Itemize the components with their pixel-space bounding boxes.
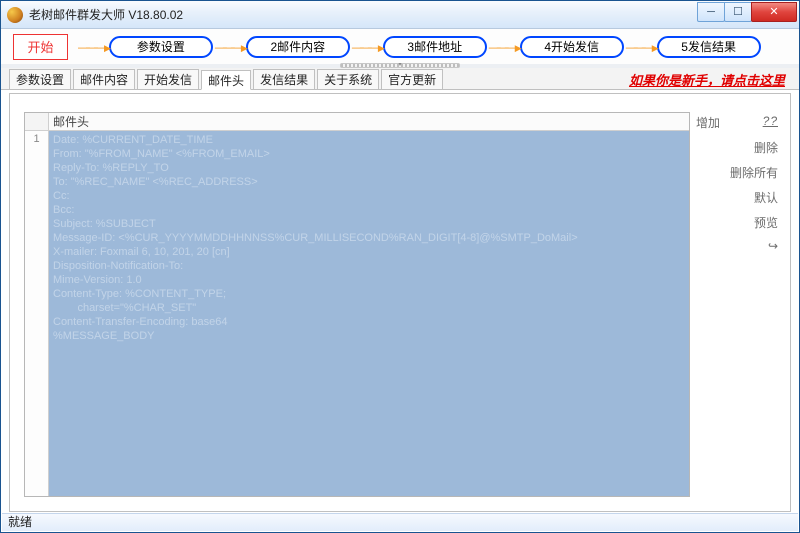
app-window: 老树邮件群发大师 V18.80.02 ─ ☐ ✕ 开始 ——— 参数设置 ———… <box>0 0 800 533</box>
start-button[interactable]: 开始 <box>13 34 68 60</box>
tab-result[interactable]: 发信结果 <box>253 69 315 89</box>
arrow-icon: ——— <box>626 40 655 54</box>
step-params[interactable]: 参数设置 <box>109 36 213 58</box>
editor-pane: 邮件头 1 Date: %CURRENT_DATE_TIMEFrom: "%FR… <box>24 112 690 497</box>
preview-button[interactable]: 预览 <box>754 214 778 231</box>
tab-send[interactable]: 开始发信 <box>137 69 199 89</box>
content-area: 增加 ?? 删除 删除所有 默认 预览 ↪ 邮件头 1 Date: %CURRE… <box>9 93 791 512</box>
newbie-help-link[interactable]: 如果你是新手，请点击这里 <box>629 70 785 89</box>
arrow-icon: ——— <box>215 40 244 54</box>
window-title: 老树邮件群发大师 V18.80.02 <box>29 6 698 23</box>
window-buttons: ─ ☐ ✕ <box>698 2 797 22</box>
tab-about[interactable]: 关于系统 <box>317 69 379 89</box>
mail-header-editor[interactable]: Date: %CURRENT_DATE_TIMEFrom: "%FROM_NAM… <box>49 131 689 496</box>
arrow-icon: ——— <box>489 40 518 54</box>
tab-header[interactable]: 邮件头 <box>201 70 251 90</box>
tab-strip: 参数设置 邮件内容 开始发信 邮件头 发信结果 关于系统 官方更新 如果你是新手… <box>1 68 799 90</box>
step-bar: 开始 ——— 参数设置 ——— 2邮件内容 ——— 3邮件地址 ——— 4开始发… <box>1 29 799 64</box>
title-bar: 老树邮件群发大师 V18.80.02 ─ ☐ ✕ <box>1 1 799 29</box>
step-result[interactable]: 5发信结果 <box>657 36 761 58</box>
side-buttons: 增加 ?? 删除 删除所有 默认 预览 ↪ <box>696 114 778 253</box>
add-button[interactable]: 增加 <box>696 114 720 131</box>
status-bar: 就绪 <box>2 513 798 531</box>
editor-header: 邮件头 <box>25 113 689 131</box>
line-gutter: 1 <box>25 131 49 496</box>
tab-params[interactable]: 参数设置 <box>9 69 71 89</box>
close-button[interactable]: ✕ <box>751 2 797 22</box>
export-icon[interactable]: ↪ <box>768 239 778 253</box>
delete-button[interactable]: 删除 <box>754 139 778 156</box>
tab-content[interactable]: 邮件内容 <box>73 69 135 89</box>
editor-column-title: 邮件头 <box>49 113 689 131</box>
gutter-header <box>25 113 49 131</box>
step-content[interactable]: 2邮件内容 <box>246 36 350 58</box>
app-icon <box>7 7 23 23</box>
tab-update[interactable]: 官方更新 <box>381 69 443 89</box>
help-icon[interactable]: ?? <box>763 114 778 131</box>
arrow-icon: ——— <box>352 40 381 54</box>
step-address[interactable]: 3邮件地址 <box>383 36 487 58</box>
arrow-icon: ——— <box>78 40 107 54</box>
minimize-button[interactable]: ─ <box>697 2 725 22</box>
editor-row: 1 Date: %CURRENT_DATE_TIMEFrom: "%FROM_N… <box>25 131 689 496</box>
delete-all-button[interactable]: 删除所有 <box>730 164 778 181</box>
maximize-button[interactable]: ☐ <box>724 2 752 22</box>
defaults-button[interactable]: 默认 <box>754 189 778 206</box>
step-send[interactable]: 4开始发信 <box>520 36 624 58</box>
